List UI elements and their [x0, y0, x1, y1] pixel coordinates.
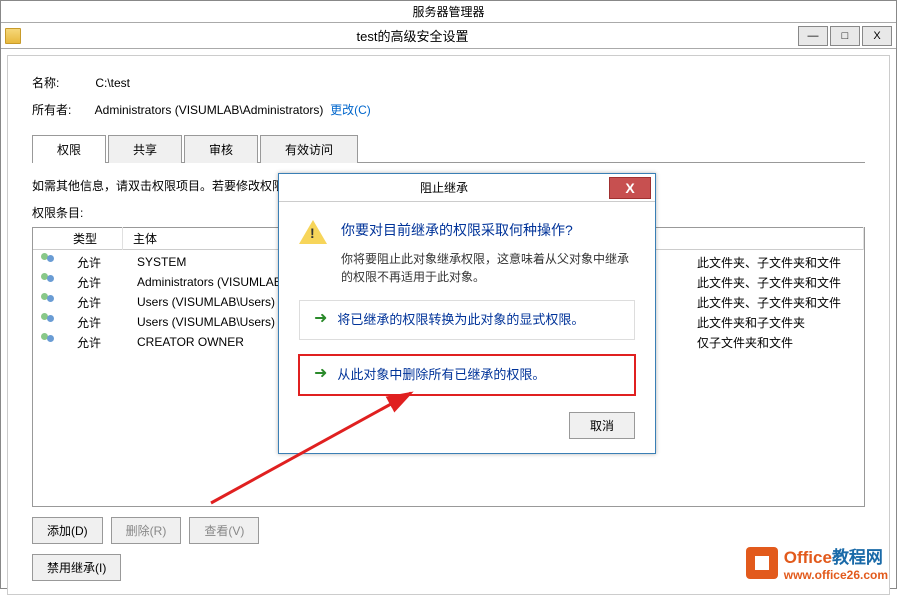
- watermark: Office教程网 www.office26.com: [746, 543, 888, 582]
- name-label: 名称:: [32, 74, 92, 91]
- dialog-title: 阻止继承: [279, 179, 609, 196]
- dialog-close-button[interactable]: X: [609, 177, 651, 199]
- users-icon: [41, 293, 57, 309]
- users-icon: [41, 333, 57, 349]
- cancel-button[interactable]: 取消: [569, 412, 635, 439]
- tab-share[interactable]: 共享: [108, 135, 182, 163]
- arrow-icon: ➜: [314, 311, 327, 327]
- option-remove-all[interactable]: ➜ 从此对象中删除所有已继承的权限。: [298, 354, 636, 396]
- col-type[interactable]: 类型: [63, 227, 123, 250]
- users-icon: [41, 313, 57, 329]
- owner-label: 所有者:: [32, 101, 92, 118]
- tab-effective[interactable]: 有效访问: [260, 135, 358, 163]
- warning-icon: [299, 220, 327, 248]
- owner-value: Administrators (VISUMLAB\Administrators): [95, 103, 324, 117]
- view-button[interactable]: 查看(V): [189, 517, 259, 544]
- close-button[interactable]: X: [862, 26, 892, 46]
- minimize-button[interactable]: —: [798, 26, 828, 46]
- add-button[interactable]: 添加(D): [32, 517, 103, 544]
- change-owner-link[interactable]: 更改(C): [330, 103, 371, 117]
- dialog-description: 你将要阻止此对象继承权限，这意味着从父对象中继承的权限不再适用于此对象。: [341, 250, 635, 286]
- remove-button[interactable]: 删除(R): [111, 517, 182, 544]
- disable-inherit-button[interactable]: 禁用继承(I): [32, 554, 121, 581]
- titlebar: test的高级安全设置 — □ X: [1, 23, 896, 49]
- tab-permissions[interactable]: 权限: [32, 135, 106, 163]
- folder-icon: [5, 28, 21, 44]
- name-value: C:\test: [95, 76, 130, 90]
- outer-title: 服务器管理器: [1, 1, 896, 23]
- tab-bar: 权限 共享 审核 有效访问: [32, 134, 865, 163]
- users-icon: [41, 253, 57, 269]
- window-title: test的高级安全设置: [29, 26, 796, 45]
- dialog-question: 你要对目前继承的权限采取何种操作?: [341, 220, 635, 240]
- block-inherit-dialog: 阻止继承 X 你要对目前继承的权限采取何种操作? 你将要阻止此对象继承权限，这意…: [278, 173, 656, 454]
- watermark-icon: [746, 547, 778, 579]
- users-icon: [41, 273, 57, 289]
- tab-audit[interactable]: 审核: [184, 135, 258, 163]
- maximize-button[interactable]: □: [830, 26, 860, 46]
- option-convert[interactable]: ➜ 将已继承的权限转换为此对象的显式权限。: [299, 300, 635, 340]
- arrow-icon: ➜: [314, 366, 327, 382]
